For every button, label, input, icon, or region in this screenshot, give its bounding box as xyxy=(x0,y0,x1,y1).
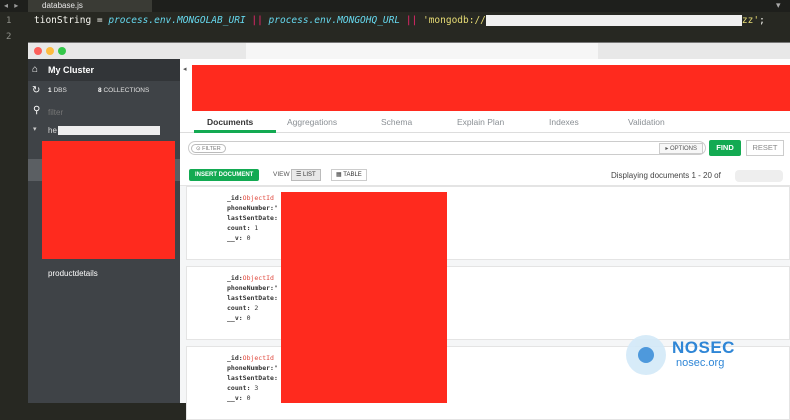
document-count-text: Displaying documents 1 - 20 of xyxy=(611,171,721,180)
doc-field-id: _id:ObjectId xyxy=(227,194,274,202)
code-token: ; xyxy=(759,15,765,26)
collections-count: 8 xyxy=(98,87,102,94)
watermark-subtitle: nosec.org xyxy=(676,357,725,369)
tab-schema[interactable]: Schema xyxy=(381,117,412,127)
sidebar-filter: ⚲ xyxy=(28,101,180,123)
code-token: || xyxy=(245,15,269,26)
code-line-connection-string[interactable]: tionString = process.env.MONGOLAB_URI ||… xyxy=(34,15,765,26)
tab-indexes[interactable]: Indexes xyxy=(549,117,579,127)
cluster-header[interactable]: ⌂ My Cluster xyxy=(28,59,180,81)
active-tab-indicator xyxy=(194,130,276,133)
collapse-sidebar-icon[interactable]: ◂ xyxy=(183,65,187,73)
home-icon: ⌂ xyxy=(32,64,39,75)
collections-label: COLLECTIONS xyxy=(103,87,150,94)
collection-tabs: Documents Aggregations Schema Explain Pl… xyxy=(180,111,790,133)
redaction-box xyxy=(281,192,447,403)
code-token: tionString = xyxy=(34,15,109,26)
doc-field-v: __v: 0 xyxy=(227,234,251,242)
doc-field-date: lastSentDate: xyxy=(227,214,278,222)
line-number: 2 xyxy=(6,32,12,42)
redaction-box xyxy=(485,15,742,26)
watermark-title: NOSEC xyxy=(672,338,735,357)
document-card[interactable]: _id:ObjectId phoneNumber:" lastSentDate:… xyxy=(186,186,790,260)
doc-field-id: _id:ObjectId xyxy=(227,274,274,282)
doc-field-v: __v: 0 xyxy=(227,394,251,402)
insert-document-button[interactable]: INSERT DOCUMENT xyxy=(189,169,260,181)
doc-field-phone: phoneNumber:" xyxy=(227,364,278,372)
nosec-face-icon xyxy=(638,347,654,363)
code-token: process.env.MONGOHQ_URL xyxy=(268,15,401,26)
doc-field-count: count: 1 xyxy=(227,224,259,232)
sidebar: ⌂ My Cluster ↻ 1 DBS 8 COLLECTIONS ⚲ ▾ h… xyxy=(28,59,180,403)
code-token: || xyxy=(400,15,423,26)
tab-explain-plan[interactable]: Explain Plan xyxy=(457,117,504,127)
redaction-box xyxy=(246,43,598,59)
dbs-stat: 1 DBS xyxy=(48,87,67,94)
query-filter-bar[interactable]: ⊙ FILTER ▸ OPTIONS xyxy=(188,141,706,155)
refresh-icon[interactable]: ↻ xyxy=(32,85,40,96)
document-card[interactable]: _id:ObjectId phoneNumber:" lastSentDate:… xyxy=(186,266,790,340)
list-view-button[interactable]: ☰ LIST xyxy=(291,169,321,181)
redaction-box xyxy=(42,141,175,259)
search-icon: ⚲ xyxy=(33,105,41,116)
window-titlebar xyxy=(28,43,790,59)
redaction-box xyxy=(735,170,783,182)
sidebar-database-item[interactable]: ▾ he xyxy=(28,123,180,137)
doc-field-count: count: 2 xyxy=(227,304,259,312)
filter-pill: ⊙ FILTER xyxy=(191,144,226,153)
minimize-window-button[interactable] xyxy=(46,47,54,55)
dbs-label: DBS xyxy=(53,87,67,94)
doc-field-date: lastSentDate: xyxy=(227,374,278,382)
code-token: 'mongodb:// xyxy=(422,15,486,26)
code-token: zz' xyxy=(741,15,760,26)
cluster-name: My Cluster xyxy=(48,65,95,75)
nosec-logo-icon xyxy=(626,335,666,375)
redaction-box xyxy=(192,65,790,111)
find-button[interactable]: FIND xyxy=(709,140,741,156)
sidebar-item-productdetails[interactable]: productdetails xyxy=(48,269,98,278)
doc-field-phone: phoneNumber:" xyxy=(227,204,278,212)
doc-field-date: lastSentDate: xyxy=(227,294,278,302)
options-button[interactable]: ▸ OPTIONS xyxy=(659,143,703,154)
redaction-box xyxy=(58,126,160,135)
tab-aggregations[interactable]: Aggregations xyxy=(287,117,337,127)
line-number: 1 xyxy=(6,16,12,26)
nosec-watermark: NOSEC nosec.org xyxy=(626,335,756,375)
editor-gutter: 1 2 xyxy=(0,12,22,402)
tab-documents[interactable]: Documents xyxy=(207,117,253,127)
doc-field-phone: phoneNumber:" xyxy=(227,284,278,292)
doc-field-id: _id:ObjectId xyxy=(227,354,274,362)
chevron-down-icon: ▾ xyxy=(33,126,37,133)
doc-field-count: count: 3 xyxy=(227,384,259,392)
reset-button[interactable]: RESET xyxy=(746,140,784,156)
close-window-button[interactable] xyxy=(34,47,42,55)
editor-tab-menu-icon[interactable]: ▾ xyxy=(776,0,781,11)
editor-tab-bar: ◂ ▸ database.js ▾ xyxy=(0,0,790,12)
editor-nav-arrows-icon[interactable]: ◂ ▸ xyxy=(4,1,20,10)
database-name: he xyxy=(48,126,57,135)
editor-tab-database-js[interactable]: database.js xyxy=(28,0,152,12)
dbs-count: 1 xyxy=(48,87,52,94)
view-label: VIEW xyxy=(273,171,290,178)
doc-field-v: __v: 0 xyxy=(227,314,251,322)
tab-validation[interactable]: Validation xyxy=(628,117,665,127)
sidebar-filter-input[interactable] xyxy=(48,105,168,119)
documents-toolbar: INSERT DOCUMENT VIEW ☰ LIST ▦ TABLE Disp… xyxy=(180,162,790,186)
maximize-window-button[interactable] xyxy=(58,47,66,55)
code-token: process.env.MONGOLAB_URI xyxy=(108,15,246,26)
table-view-button[interactable]: ▦ TABLE xyxy=(331,169,367,181)
collections-stat: 8 COLLECTIONS xyxy=(98,87,149,94)
cluster-stats: ↻ 1 DBS 8 COLLECTIONS xyxy=(28,81,180,101)
